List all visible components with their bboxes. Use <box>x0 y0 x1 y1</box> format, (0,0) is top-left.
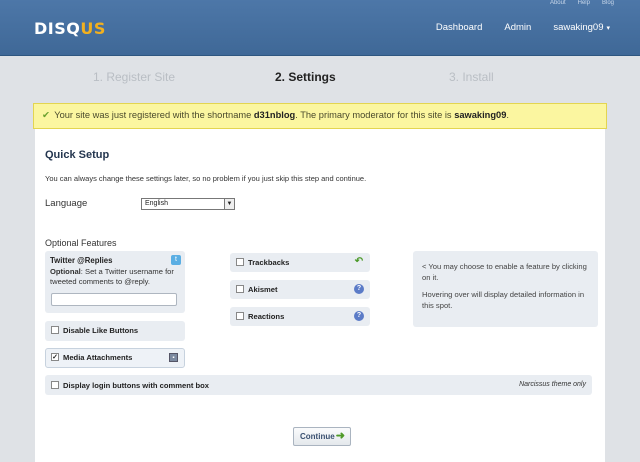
step-register-site: 1. Register Site <box>93 70 176 84</box>
reactions-feature[interactable]: Reactions ? <box>230 307 370 326</box>
quick-setup-title: Quick Setup <box>45 149 110 161</box>
media-icon: ▪ <box>169 353 178 362</box>
disable-like-buttons-feature[interactable]: Disable Like Buttons <box>45 321 185 341</box>
nav-dashboard[interactable]: Dashboard <box>436 22 482 33</box>
blog-link[interactable]: Blog <box>602 0 614 6</box>
akismet-feature[interactable]: Akismet ? <box>230 280 370 299</box>
narcissus-theme-note: Narcissus theme only <box>519 381 586 388</box>
about-link[interactable]: About <box>550 0 566 6</box>
login-buttons-checkbox[interactable] <box>51 381 59 389</box>
undo-icon: ↶ <box>354 256 364 267</box>
chevron-down-icon: ▼ <box>224 199 234 209</box>
login-buttons-feature[interactable]: Display login buttons with comment box N… <box>45 375 592 395</box>
nav-user-menu[interactable]: sawaking09 ▾ <box>553 22 610 33</box>
success-alert: ✔ Your site was just registered with the… <box>33 103 607 129</box>
step-settings: 2. Settings <box>275 70 336 84</box>
twitter-replies-feature[interactable]: Twitter @Replies t Optional: Set a Twitt… <box>45 251 185 313</box>
twitter-icon: t <box>171 255 181 265</box>
top-header: DISQUS About Help Blog Dashboard Admin s… <box>0 0 640 56</box>
info-hint: < You may choose to enable a feature by … <box>422 262 587 282</box>
chevron-down-icon: ▾ <box>606 25 610 32</box>
step-install: 3. Install <box>449 70 494 84</box>
alert-moderator: sawaking09 <box>454 110 507 120</box>
arrow-right-icon: ➜ <box>335 430 345 442</box>
nav-admin[interactable]: Admin <box>504 22 531 33</box>
continue-button[interactable]: Continue ➜ <box>293 427 351 446</box>
check-icon: ✔ <box>42 110 50 120</box>
trackbacks-checkbox[interactable] <box>236 258 244 266</box>
top-links: About Help Blog <box>550 0 614 6</box>
reactions-checkbox[interactable] <box>236 312 244 320</box>
quick-setup-description: You can always change these settings lat… <box>45 174 367 183</box>
language-label: Language <box>45 198 88 209</box>
disable-like-checkbox[interactable] <box>51 326 59 334</box>
alert-shortname: d31nblog <box>253 110 296 120</box>
media-attachments-checkbox[interactable]: ✓ <box>51 353 59 361</box>
settings-panel: Quick Setup You can always change these … <box>35 129 605 462</box>
media-attachments-feature[interactable]: ✓ Media Attachments ▪ <box>45 348 185 368</box>
help-link[interactable]: Help <box>578 0 590 6</box>
help-icon[interactable]: ? <box>354 284 364 294</box>
trackbacks-feature[interactable]: Trackbacks ↶ <box>230 253 370 272</box>
language-select[interactable]: English ▼ <box>141 198 235 210</box>
main-nav: Dashboard Admin sawaking09 ▾ <box>436 22 610 33</box>
disqus-logo[interactable]: DISQUS <box>34 19 106 38</box>
help-icon[interactable]: ? <box>354 311 364 321</box>
optional-features-label: Optional Features <box>45 238 117 248</box>
twitter-username-input[interactable] <box>51 293 177 306</box>
akismet-checkbox[interactable] <box>236 285 244 293</box>
wizard-steps: 1. Register Site 2. Settings 3. Install <box>0 70 640 86</box>
info-hover-hint: Hovering over will display detailed info… <box>422 290 585 310</box>
twitter-replies-description: Optional: Set a Twitter username for twe… <box>50 267 174 286</box>
twitter-replies-title: Twitter @Replies <box>50 256 113 265</box>
feature-info-panel: < You may choose to enable a feature by … <box>413 251 598 327</box>
